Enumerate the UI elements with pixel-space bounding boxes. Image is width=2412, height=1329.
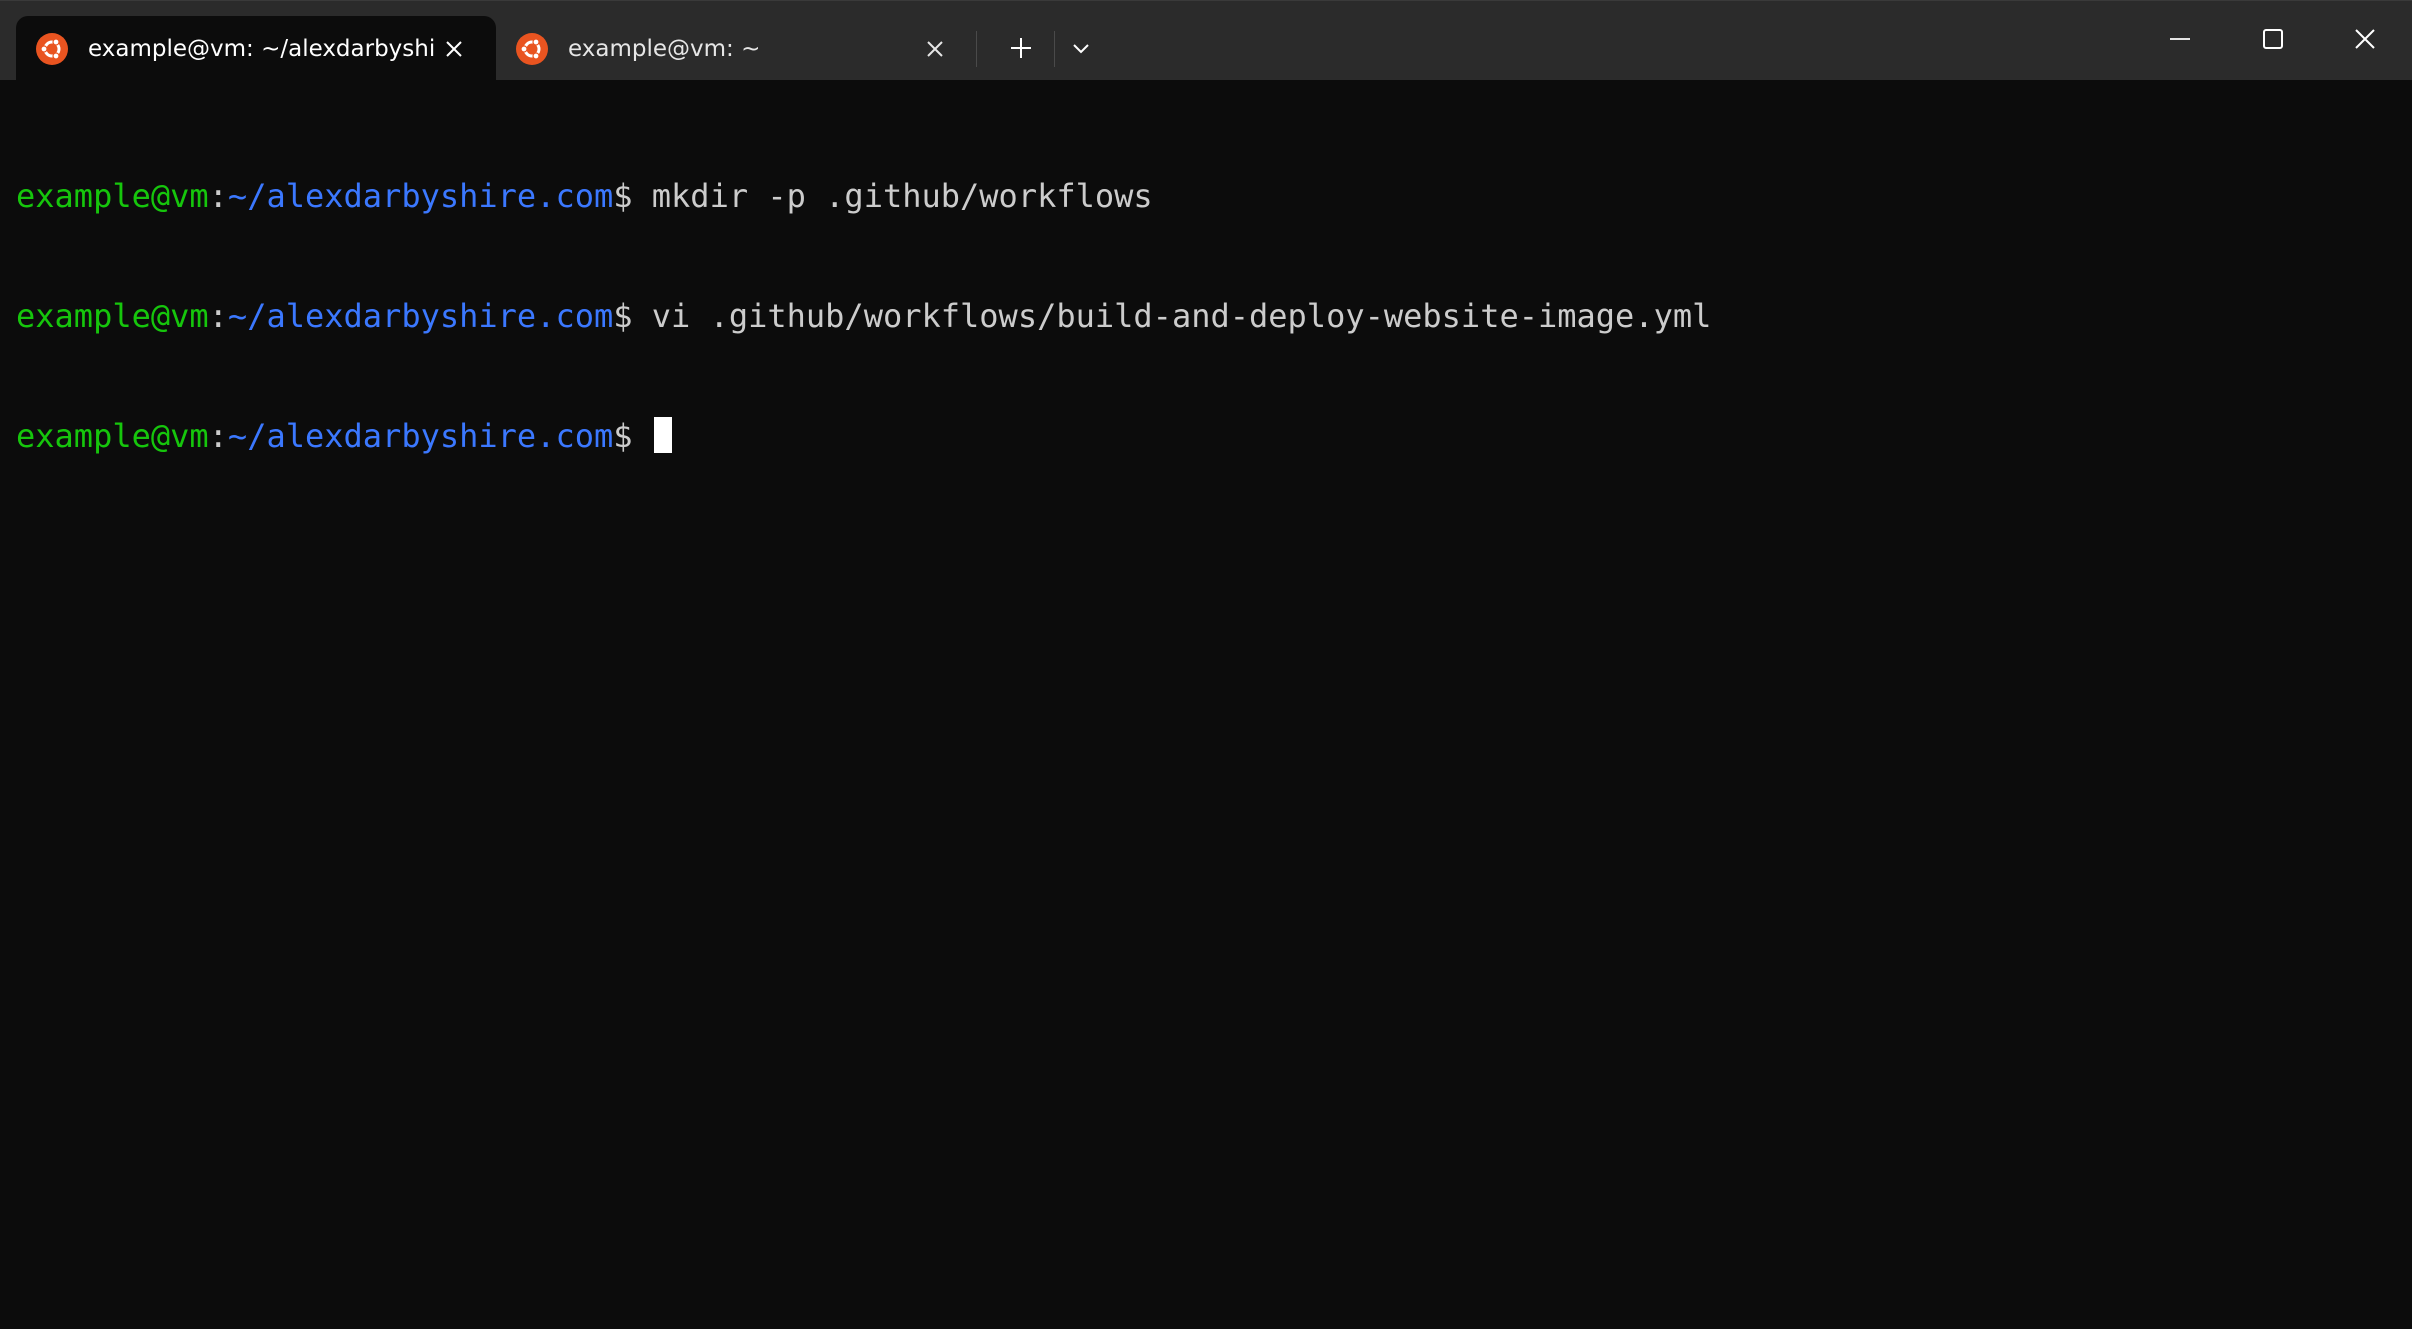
command-text: mkdir -p .github/workflows (651, 177, 1153, 215)
prompt-user: example@vm (16, 177, 209, 215)
tab-inactive[interactable]: example@vm: ~ (500, 16, 955, 81)
prompt-path: ~/alexdarbyshire.com (227, 177, 614, 215)
text-cursor (653, 417, 672, 453)
prompt-symbol: $ (613, 177, 652, 215)
tab-separator (976, 31, 977, 67)
ubuntu-icon (36, 33, 68, 65)
command-text: vi .github/workflows/build-and-deploy-we… (651, 297, 1712, 335)
minimize-icon[interactable] (2150, 17, 2210, 61)
close-tab-icon[interactable] (920, 34, 950, 64)
close-icon[interactable] (2335, 17, 2395, 61)
close-tab-icon[interactable] (439, 34, 469, 64)
prompt-separator: : (208, 297, 228, 335)
prompt-separator: : (208, 417, 228, 455)
terminal-line: example@vm:~/alexdarbyshire.com$ (16, 416, 2412, 456)
new-tab-icon[interactable] (1001, 28, 1041, 68)
terminal-output[interactable]: example@vm:~/alexdarbyshire.com$ mkdir -… (16, 96, 2412, 536)
prompt-user: example@vm (16, 417, 209, 455)
prompt-symbol: $ (613, 417, 652, 455)
chevron-down-icon[interactable] (1061, 28, 1101, 68)
prompt-symbol: $ (613, 297, 652, 335)
prompt-separator: : (208, 177, 228, 215)
terminal-window: example@vm: ~/alexdarbyshi example@vm: ~ (0, 0, 2412, 1329)
title-bar: example@vm: ~/alexdarbyshi example@vm: ~ (0, 0, 2412, 81)
ubuntu-icon (516, 33, 548, 65)
terminal-line: example@vm:~/alexdarbyshire.com$ vi .git… (16, 296, 2412, 336)
terminal-line: example@vm:~/alexdarbyshire.com$ mkdir -… (16, 176, 2412, 216)
tab-active[interactable]: example@vm: ~/alexdarbyshi (16, 16, 496, 81)
prompt-path: ~/alexdarbyshire.com (227, 297, 614, 335)
prompt-user: example@vm (16, 297, 209, 335)
prompt-path: ~/alexdarbyshire.com (227, 417, 614, 455)
tab-title: example@vm: ~ (568, 36, 761, 62)
tab-title: example@vm: ~/alexdarbyshi (88, 36, 436, 62)
tab-separator (1054, 31, 1055, 67)
maximize-icon[interactable] (2243, 17, 2303, 61)
